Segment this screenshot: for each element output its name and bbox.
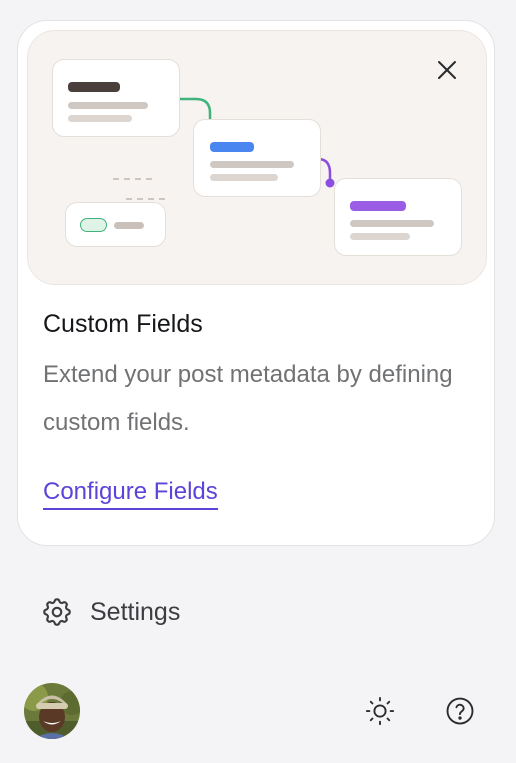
custom-fields-illustration <box>27 30 487 285</box>
close-button[interactable] <box>434 57 460 83</box>
settings-label: Settings <box>90 597 181 626</box>
mini-card-3 <box>334 178 462 256</box>
custom-fields-card: Custom Fields Extend your post metadata … <box>17 20 495 546</box>
user-avatar[interactable] <box>24 683 80 739</box>
help-circle-icon <box>446 697 474 725</box>
mini-card-toggle <box>65 202 166 247</box>
mini-card-2 <box>193 119 321 197</box>
toggle-pill <box>80 218 107 232</box>
sun-icon <box>365 696 395 726</box>
card-title: Custom Fields <box>43 310 203 338</box>
gear-icon <box>43 598 71 626</box>
mini-card-1 <box>52 59 180 137</box>
avatar-image <box>24 683 80 739</box>
settings-menu-item[interactable]: Settings <box>40 592 180 632</box>
help-button[interactable] <box>443 694 477 728</box>
theme-toggle-button[interactable] <box>363 694 397 728</box>
close-icon <box>438 61 456 79</box>
card-description: Extend your post metadata by defining cu… <box>43 361 453 436</box>
configure-fields-link[interactable]: Configure Fields <box>43 478 218 510</box>
